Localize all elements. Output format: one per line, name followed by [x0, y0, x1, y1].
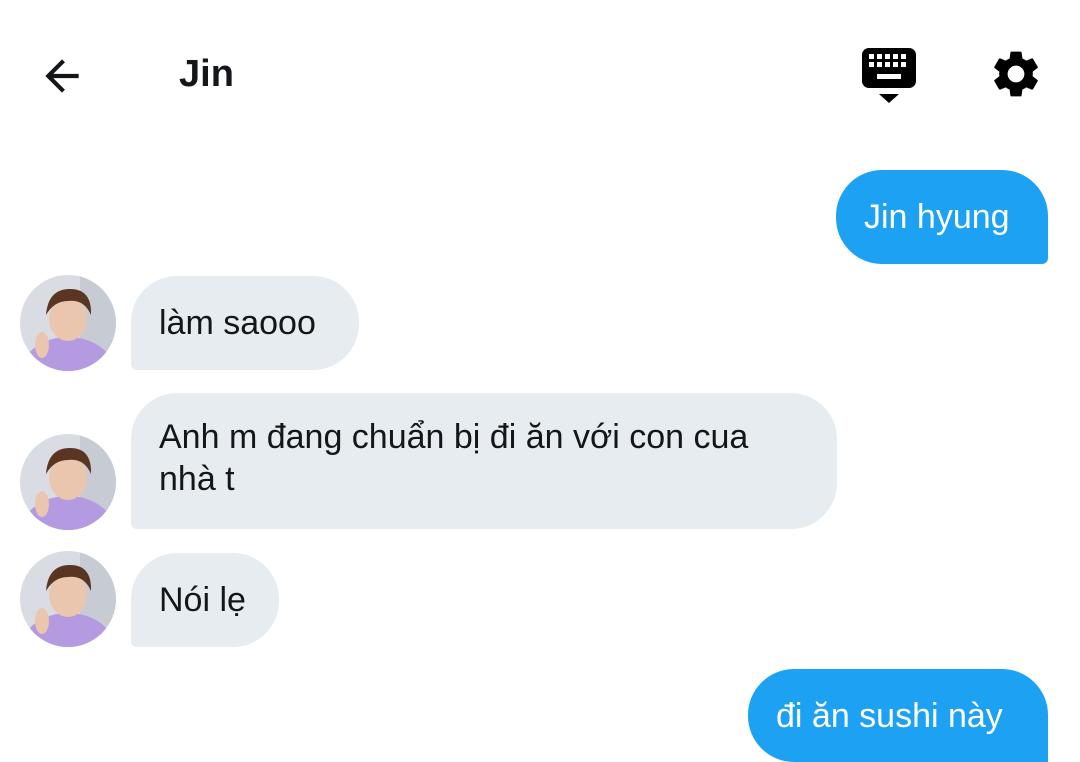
gear-icon	[994, 51, 1038, 97]
dm-conversation-screen: Jin Jin hyung làm saooo Anh m đang chuẩn…	[0, 0, 1080, 762]
settings-button[interactable]	[986, 44, 1046, 104]
contact-avatar[interactable]	[20, 275, 116, 371]
conversation-header: Jin	[0, 0, 1080, 150]
contact-avatar[interactable]	[20, 434, 116, 530]
message-bubble-received[interactable]: làm saooo	[131, 276, 359, 370]
message-bubble-received[interactable]: Anh m đang chuẩn bị đi ăn với con cua nh…	[131, 393, 837, 529]
keyboard-toggle-button[interactable]	[858, 44, 920, 108]
back-button[interactable]	[34, 48, 90, 104]
avatar-image	[20, 551, 116, 647]
avatar-image	[20, 275, 116, 371]
message-text: làm saooo	[159, 304, 316, 342]
message-text: đi ăn sushi này	[776, 697, 1003, 735]
arrow-left-icon	[45, 59, 79, 93]
contact-avatar[interactable]	[20, 551, 116, 647]
message-bubble-sent[interactable]: đi ăn sushi này	[748, 669, 1048, 762]
message-text: Anh m đang chuẩn bị đi ăn với con cua nh…	[159, 418, 749, 498]
message-bubble-sent[interactable]: Jin hyung	[836, 170, 1048, 264]
message-text: Jin hyung	[864, 198, 1010, 236]
message-text: Nói lẹ	[159, 581, 246, 619]
keyboard-icon	[862, 48, 916, 103]
page-title: Jin	[179, 53, 234, 95]
avatar-image	[20, 434, 116, 530]
message-bubble-received[interactable]: Nói lẹ	[131, 553, 279, 647]
